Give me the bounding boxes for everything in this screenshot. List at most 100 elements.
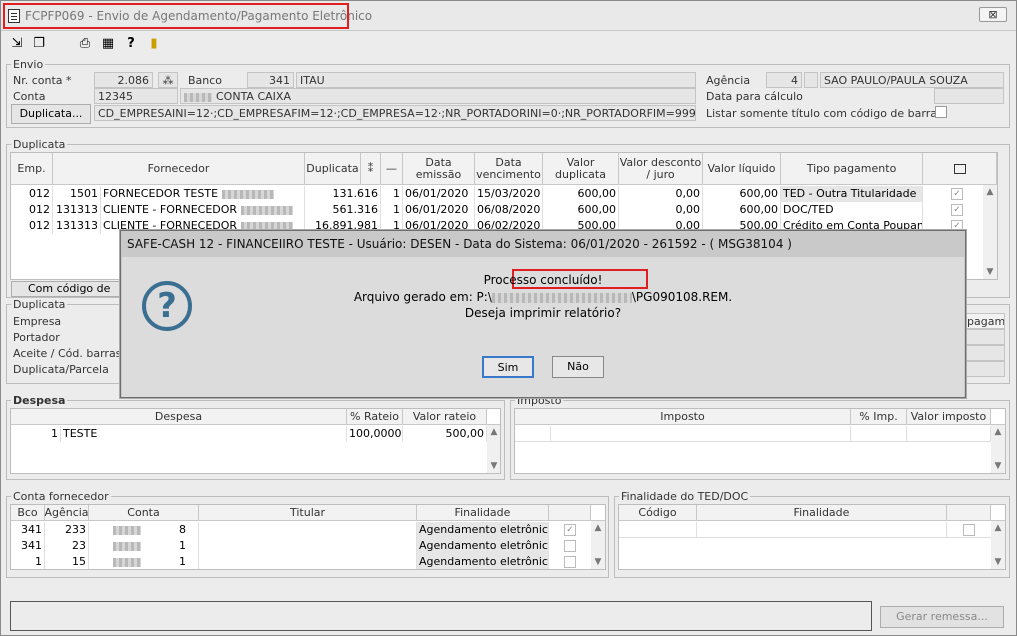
col-valor-rateio[interactable]: Valor rateio <box>403 409 487 424</box>
conta-scrollbar[interactable]: ▲ ▼ <box>591 521 605 569</box>
fornecedor-text: FORNECEDOR TESTE <box>103 187 219 200</box>
col-pct-imp[interactable]: % Imp. <box>851 409 907 424</box>
row-checkbox[interactable]: ✓ <box>951 188 963 200</box>
col-data-vencimento[interactable]: Data vencimento <box>475 153 543 184</box>
col-duplicata[interactable]: Duplicata <box>305 153 361 184</box>
conta-fornecedor-table: Bco Agência Conta Titular Finalidade 341… <box>10 504 606 570</box>
cell-valor: 600,00 <box>543 202 619 218</box>
col-titular[interactable]: Titular <box>199 505 417 520</box>
table-row[interactable] <box>619 522 1005 538</box>
row-checkbox[interactable]: ✓ <box>564 524 576 536</box>
exit-door-icon[interactable]: ▮ <box>146 36 162 52</box>
scroll-up-icon[interactable]: ▲ <box>991 427 1005 437</box>
col-valor-imposto[interactable]: Valor imposto <box>907 409 991 424</box>
nr-conta-field[interactable]: 2.086 <box>94 72 153 88</box>
row-checkbox[interactable] <box>564 556 576 568</box>
duplicata-scrollbar[interactable]: ▲ ▼ <box>983 185 997 279</box>
scroll-up-icon[interactable]: ▲ <box>991 523 1005 533</box>
scroll-down-icon[interactable]: ▼ <box>991 461 1005 471</box>
scroll-down-icon[interactable]: ▼ <box>991 557 1005 567</box>
cell-emissao: 06/01/2020 <box>403 202 475 218</box>
table-row[interactable]: 341 233 8 Agendamento eletrônico ✓ <box>11 522 605 538</box>
col-bco[interactable]: Bco <box>11 505 45 520</box>
col-conta[interactable]: Conta <box>89 505 199 520</box>
com-codigo-barras-button[interactable]: Com código de barr <box>11 281 123 297</box>
no-button[interactable]: Não <box>552 356 604 378</box>
cell-tipo[interactable]: TED - Outra Titularidade <box>781 186 923 202</box>
path-suffix: \PG090108.REM. <box>631 290 733 304</box>
yes-button[interactable]: Sim <box>482 356 534 378</box>
cell-vencimento: 15/03/2020 <box>475 186 543 202</box>
col-agencia[interactable]: Agência <box>44 505 89 520</box>
copy-icon[interactable]: ❐ <box>31 36 47 52</box>
close-button[interactable]: ⊠ <box>979 7 1007 22</box>
detail-field-1 <box>963 329 1005 345</box>
banco-label: Banco <box>188 74 223 87</box>
dialog-body: ? Processo concluído! Arquivo gerado em:… <box>122 257 964 397</box>
finalidade-scrollbar[interactable]: ▲ ▼ <box>991 521 1005 569</box>
gerar-remessa-button[interactable]: Gerar remessa... <box>880 606 1004 628</box>
cell-finalidade[interactable]: Agendamento eletrônico <box>417 522 549 538</box>
col-finalidade-ted[interactable]: Finalidade <box>697 505 947 520</box>
col-data-emissao[interactable]: Data emissão <box>403 153 475 184</box>
cell-agencia: 233 <box>45 522 89 538</box>
col-tipo-pagamento[interactable]: Tipo pagamento <box>781 153 923 184</box>
duplicata-button[interactable]: Duplicata... <box>11 104 91 124</box>
col-check[interactable] <box>947 505 991 520</box>
scroll-down-icon[interactable]: ▼ <box>983 267 997 277</box>
calculator-icon[interactable]: ▦ <box>100 36 116 52</box>
arrow-in-icon[interactable]: ⇲ <box>9 36 25 52</box>
listar-checkbox[interactable] <box>935 106 947 118</box>
lookup-icon[interactable]: ⁂ <box>158 72 178 88</box>
cell-bco: 341 <box>11 522 45 538</box>
col-valor-liquido[interactable]: Valor líquido <box>703 153 781 184</box>
col-despesa[interactable]: Despesa <box>11 409 347 424</box>
col-parcela[interactable]: — <box>381 153 403 184</box>
col-rateio[interactable]: % Rateio <box>347 409 403 424</box>
table-row[interactable]: 012 131313 CLIENTE - FORNECEDOR 561.316 … <box>11 202 997 218</box>
print-icon[interactable]: ⎙ <box>77 36 93 52</box>
row-checkbox[interactable] <box>963 524 975 536</box>
despesa-table: Despesa % Rateio Valor rateio 1 TESTE 10… <box>10 408 501 474</box>
nr-conta-label: Nr. conta * <box>13 74 72 87</box>
conta-fornecedor-legend: Conta fornecedor <box>11 490 111 503</box>
data-calculo-field[interactable] <box>934 88 1004 104</box>
cell-fornecedor: CLIENTE - FORNECEDOR <box>101 202 305 218</box>
conta-number-field: 12345 <box>94 88 178 104</box>
table-row[interactable] <box>515 426 1005 442</box>
scroll-down-icon[interactable]: ▼ <box>487 461 500 471</box>
col-finalidade[interactable]: Finalidade <box>417 505 549 520</box>
col-valor-duplicata[interactable]: Valor duplicata <box>543 153 619 184</box>
scroll-down-icon[interactable]: ▼ <box>591 557 605 567</box>
listar-label: Listar somente título com código de barr… <box>706 107 943 120</box>
imposto-table: Imposto % Imp. Valor imposto ▲ ▼ <box>514 408 1006 474</box>
table-row[interactable]: 1 TESTE 100,00000 500,00 <box>11 426 500 442</box>
help-icon[interactable]: ? <box>123 36 139 52</box>
row-checkbox[interactable] <box>564 540 576 552</box>
col-codigo[interactable]: Código <box>619 505 697 520</box>
cell-finalidade <box>697 522 947 538</box>
imposto-scrollbar[interactable]: ▲ ▼ <box>991 425 1005 473</box>
duplicata-header-row: Emp. Fornecedor Duplicata ⁑ — Data emiss… <box>11 153 997 185</box>
table-row[interactable]: 1 15 1 Agendamento eletrônico <box>11 554 605 569</box>
cell-finalidade[interactable]: Agendamento eletrônico <box>417 538 549 554</box>
duplicata-grid-legend: Duplicata <box>11 138 68 151</box>
table-row[interactable]: 012 1501 FORNECEDOR TESTE 131.616 1 06/0… <box>11 186 997 202</box>
col-fornecedor[interactable]: Fornecedor <box>53 153 305 184</box>
col-valor-desconto[interactable]: Valor desconto / juro <box>619 153 703 184</box>
despesa-scrollbar[interactable]: ▲ ▼ <box>487 425 500 473</box>
col-emp[interactable]: Emp. <box>11 153 53 184</box>
scroll-up-icon[interactable]: ▲ <box>983 187 997 197</box>
col-check[interactable] <box>549 505 591 520</box>
col-seq[interactable]: ⁑ <box>361 153 381 184</box>
cell-agencia: 15 <box>45 554 89 569</box>
row-checkbox[interactable]: ✓ <box>951 204 963 216</box>
table-row[interactable]: 341 23 1 Agendamento eletrônico <box>11 538 605 554</box>
confirmation-dialog: SAFE-CASH 12 - FINANCEIIRO TESTE - Usuár… <box>120 230 966 398</box>
scroll-up-icon[interactable]: ▲ <box>591 523 605 533</box>
cell-tipo[interactable]: DOC/TED <box>781 202 923 218</box>
cell-finalidade[interactable]: Agendamento eletrônico <box>417 554 549 569</box>
col-imposto[interactable]: Imposto <box>515 409 851 424</box>
col-select-all[interactable] <box>923 153 997 184</box>
scroll-up-icon[interactable]: ▲ <box>487 427 500 437</box>
